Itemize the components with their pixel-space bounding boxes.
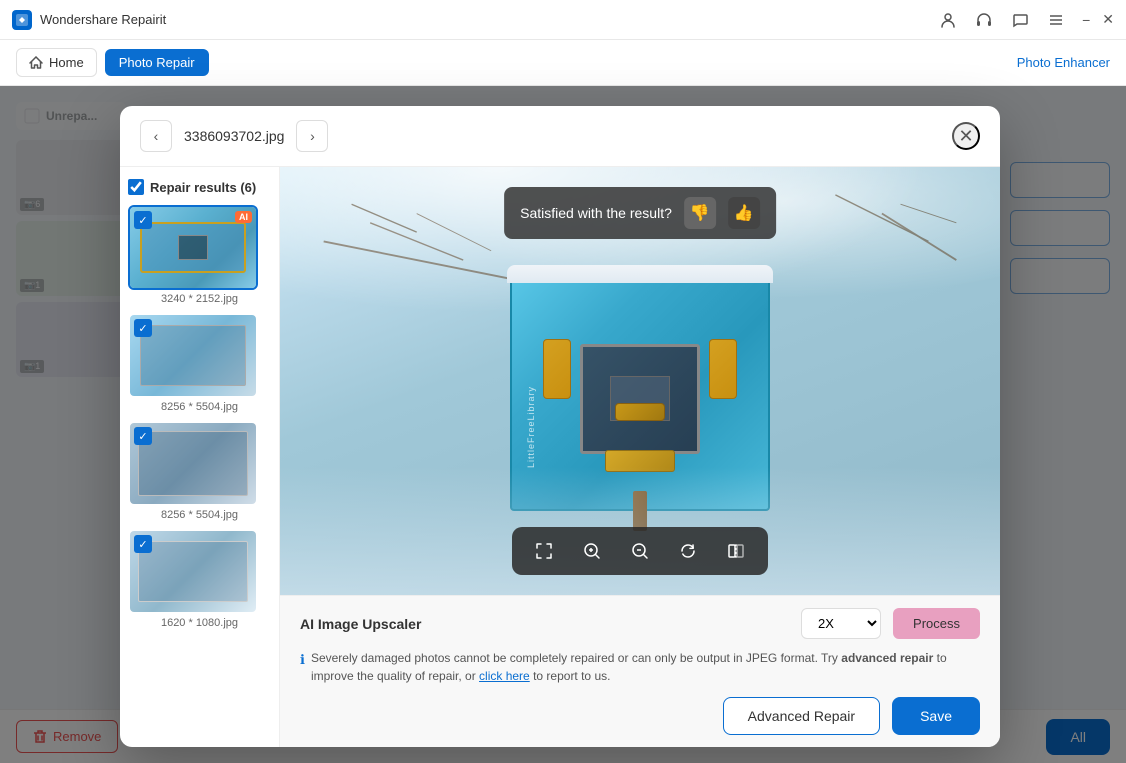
repair-thumb-4[interactable]: ✓: [128, 529, 258, 614]
nav-right: Photo Enhancer: [1017, 55, 1110, 70]
title-bar: Wondershare Repairit: [0, 0, 1126, 40]
repair-sidebar: Repair results (6) ✓ AI: [120, 167, 280, 747]
repair-thumb-1[interactable]: ✓ AI: [128, 205, 258, 290]
advanced-repair-button[interactable]: Advanced Repair: [723, 697, 880, 735]
repair-thumb-2[interactable]: ✓: [128, 313, 258, 398]
repair-thumb-3[interactable]: ✓: [128, 421, 258, 506]
modal-close-button[interactable]: ✕: [952, 122, 980, 150]
flip-button[interactable]: [720, 535, 752, 567]
chat-icon[interactable]: [1010, 10, 1030, 30]
repair-item-label-2: 8256 * 5504.jpg: [128, 401, 271, 413]
zoom-out-button[interactable]: [624, 535, 656, 567]
app-title: Wondershare Repairit: [40, 12, 166, 27]
repair-item-label-1: 3240 * 2152.jpg: [128, 293, 271, 305]
check-icon-3: ✓: [134, 427, 152, 445]
check-icon-2: ✓: [134, 319, 152, 337]
user-icon[interactable]: [938, 10, 958, 30]
thumbs-up-button[interactable]: 👍: [728, 197, 760, 229]
thumbs-down-button[interactable]: 👎: [684, 197, 716, 229]
repair-item-4[interactable]: ✓ 1620 * 1080.jpg: [128, 529, 271, 629]
modal-header: ‹ 3386093702.jpg › ✕: [120, 106, 1000, 167]
menu-icon[interactable]: [1046, 10, 1066, 30]
info-icon: ℹ: [300, 650, 305, 670]
satisfied-text: Satisfied with the result?: [520, 205, 672, 221]
photo-enhancer-button[interactable]: Photo Enhancer: [1017, 55, 1110, 70]
modal-body: Repair results (6) ✓ AI: [120, 167, 1000, 747]
next-button[interactable]: ›: [296, 120, 328, 152]
window-controls: − ✕: [1082, 11, 1114, 28]
save-button[interactable]: Save: [892, 697, 980, 735]
modal-bottom: AI Image Upscaler 2X 4X Process ℹ Sever: [280, 595, 1000, 747]
info-row: ℹ Severely damaged photos cannot be comp…: [300, 649, 980, 685]
nav-bar: Home Photo Repair Photo Enhancer: [0, 40, 1126, 86]
modal-nav: ‹ 3386093702.jpg ›: [140, 120, 328, 152]
main-content: Unrepa... 📷6 📷1 📷1: [0, 86, 1126, 763]
ai-badge-1: AI: [235, 211, 252, 223]
title-bar-controls: − ✕: [938, 10, 1114, 30]
home-label: Home: [49, 55, 84, 70]
repair-item-3[interactable]: ✓ 8256 * 5504.jpg: [128, 421, 271, 521]
headphone-icon[interactable]: [974, 10, 994, 30]
repair-item-2[interactable]: ✓ 8256 * 5504.jpg: [128, 313, 271, 413]
modal-dialog: ‹ 3386093702.jpg › ✕ Repair results (6): [120, 106, 1000, 747]
app-icon: [12, 10, 32, 30]
upscaler-row: AI Image Upscaler 2X 4X Process: [300, 608, 980, 639]
preview-area: LittleFreeLibrary Satisfied with the res…: [280, 167, 1000, 747]
repair-item-label-3: 8256 * 5504.jpg: [128, 509, 271, 521]
repair-item-1[interactable]: ✓ AI 3240 * 2152.jpg: [128, 205, 271, 305]
process-button[interactable]: Process: [893, 608, 980, 639]
rotate-button[interactable]: [672, 535, 704, 567]
image-toolbar: [512, 527, 768, 575]
home-button[interactable]: Home: [16, 48, 97, 77]
prev-button[interactable]: ‹: [140, 120, 172, 152]
info-text: Severely damaged photos cannot be comple…: [311, 649, 980, 685]
app-window: Wondershare Repairit: [0, 0, 1126, 763]
check-icon-4: ✓: [134, 535, 152, 553]
repair-item-label-4: 1620 * 1080.jpg: [128, 617, 271, 629]
close-button[interactable]: ✕: [1102, 11, 1114, 28]
action-row: Advanced Repair Save: [300, 697, 980, 735]
title-bar-left: Wondershare Repairit: [12, 10, 166, 30]
fullscreen-button[interactable]: [528, 535, 560, 567]
upscaler-label: AI Image Upscaler: [300, 616, 789, 632]
check-icon-1: ✓: [134, 211, 152, 229]
image-container: LittleFreeLibrary Satisfied with the res…: [280, 167, 1000, 595]
modal-filename: 3386093702.jpg: [184, 128, 284, 144]
active-tab[interactable]: Photo Repair: [105, 49, 209, 76]
click-here-link[interactable]: click here: [479, 669, 530, 683]
upscaler-select[interactable]: 2X 4X: [801, 608, 881, 639]
advanced-repair-link[interactable]: advanced repair: [841, 651, 933, 665]
zoom-in-button[interactable]: [576, 535, 608, 567]
minimize-button[interactable]: −: [1082, 12, 1090, 28]
select-all-checkbox[interactable]: [128, 179, 144, 195]
satisfied-banner: Satisfied with the result? 👎 👍: [504, 187, 776, 239]
repair-header: Repair results (6): [128, 179, 271, 195]
repair-results-title: Repair results (6): [150, 180, 256, 195]
